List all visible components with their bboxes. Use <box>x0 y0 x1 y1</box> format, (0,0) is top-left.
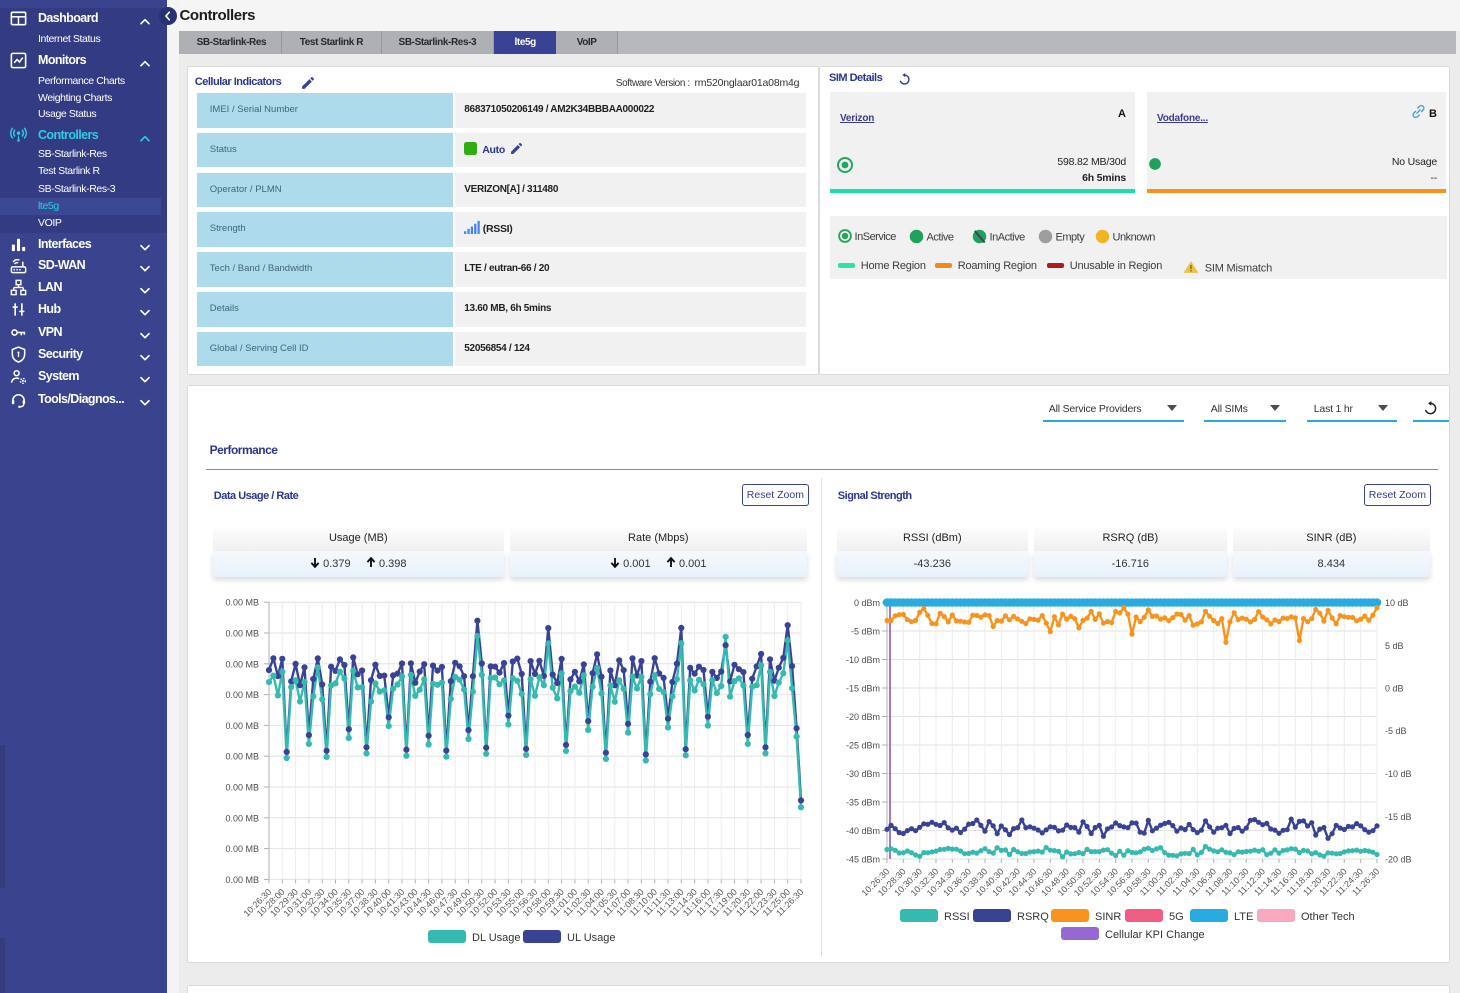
svg-text:0.00 MB: 0.00 MB <box>225 752 259 762</box>
svg-text:5G: 5G <box>1169 911 1184 923</box>
svg-text:DL Usage: DL Usage <box>472 932 521 944</box>
svg-text:0.00 MB: 0.00 MB <box>225 875 259 885</box>
svg-text:-10 dB: -10 dB <box>1385 769 1412 779</box>
svg-text:SINR: SINR <box>1095 911 1121 923</box>
svg-text:-10 dBm: -10 dBm <box>846 655 880 665</box>
svg-text:-20 dBm: -20 dBm <box>846 712 880 722</box>
svg-text:-20 dB: -20 dB <box>1385 855 1412 865</box>
svg-text:0 dB: 0 dB <box>1385 684 1404 694</box>
svg-text:-30 dBm: -30 dBm <box>846 769 880 779</box>
svg-text:RSSI: RSSI <box>944 911 970 923</box>
svg-text:-15 dBm: -15 dBm <box>846 684 880 694</box>
svg-text:0.00 MB: 0.00 MB <box>225 844 259 854</box>
svg-text:Cellular KPI Change: Cellular KPI Change <box>1105 929 1205 941</box>
svg-text:0.00 MB: 0.00 MB <box>225 783 259 793</box>
svg-text:0.00 MB: 0.00 MB <box>225 598 259 608</box>
svg-text:10 dB: 10 dB <box>1385 598 1409 608</box>
svg-text:0.00 MB: 0.00 MB <box>225 721 259 731</box>
svg-text:-25 dBm: -25 dBm <box>846 741 880 751</box>
svg-text:-5 dB: -5 dB <box>1385 726 1407 736</box>
svg-text:0.00 MB: 0.00 MB <box>225 813 259 823</box>
svg-text:-35 dBm: -35 dBm <box>846 798 880 808</box>
svg-text:RSRQ: RSRQ <box>1017 911 1049 923</box>
svg-text:5 dB: 5 dB <box>1385 641 1404 651</box>
svg-text:-45 dBm: -45 dBm <box>846 855 880 865</box>
svg-text:-15 dB: -15 dB <box>1385 812 1412 822</box>
svg-text:-40 dBm: -40 dBm <box>846 826 880 836</box>
svg-text:0.00 MB: 0.00 MB <box>225 690 259 700</box>
svg-text:Other Tech: Other Tech <box>1301 911 1355 923</box>
svg-text:UL Usage: UL Usage <box>567 932 616 944</box>
svg-text:0.00 MB: 0.00 MB <box>225 629 259 639</box>
svg-text:0 dBm: 0 dBm <box>854 598 880 608</box>
svg-text:-5 dBm: -5 dBm <box>851 627 880 637</box>
svg-text:LTE: LTE <box>1234 911 1253 923</box>
svg-text:0.00 MB: 0.00 MB <box>225 659 259 669</box>
